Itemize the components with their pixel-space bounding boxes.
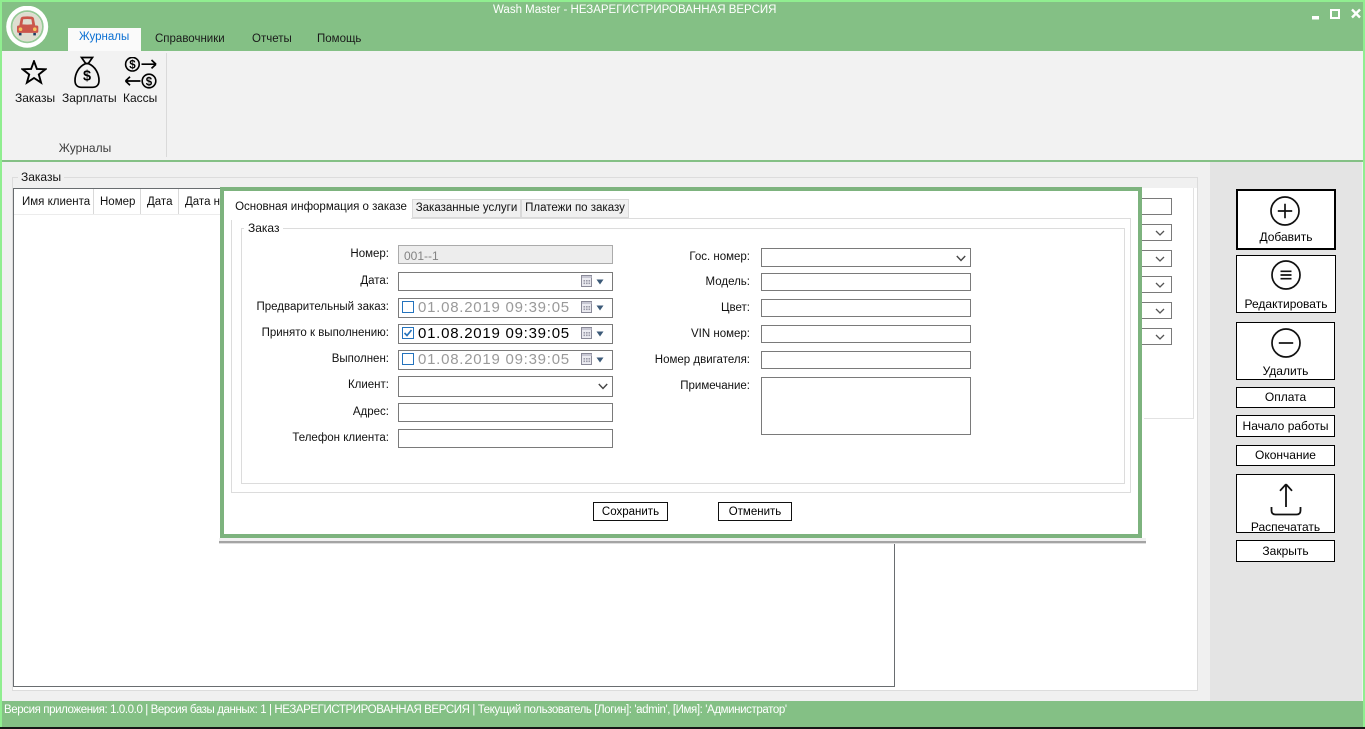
svg-text:$: $ <box>146 76 153 88</box>
svg-text:$: $ <box>129 60 136 72</box>
svg-text:$: $ <box>83 69 91 85</box>
